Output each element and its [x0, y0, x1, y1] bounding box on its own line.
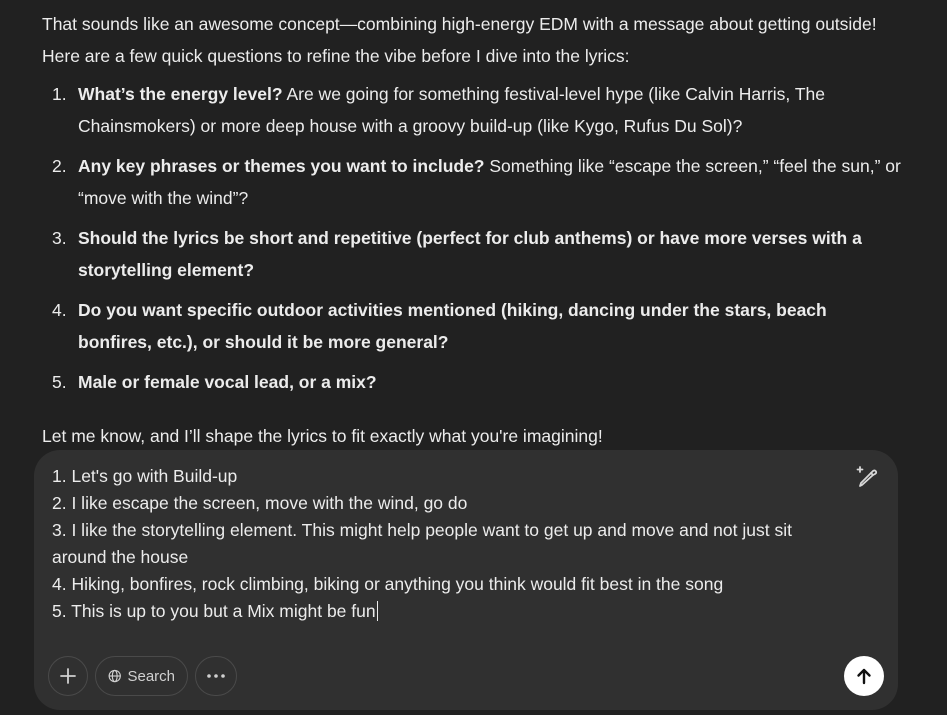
assistant-message: That sounds like an awesome concept—comb… [42, 8, 902, 452]
ellipsis-icon [207, 674, 225, 678]
list-item: 1. What’s the energy level? Are we going … [42, 78, 902, 142]
list-item: 5. Male or female vocal lead, or a mix? [42, 366, 902, 398]
pencil-sparkle-icon[interactable] [854, 464, 880, 490]
question-bold: Male or female vocal lead, or a mix? [78, 372, 377, 392]
add-attachment-button[interactable] [48, 656, 88, 696]
send-button[interactable] [844, 656, 884, 696]
list-item: 2. Any key phrases or themes you want to … [42, 150, 902, 214]
list-number: 4. [52, 300, 67, 320]
message-input[interactable]: 1. Let's go with Build-up 2. I like esca… [52, 463, 842, 625]
list-number: 2. [52, 156, 67, 176]
list-item: 4. Do you want specific outdoor activitie… [42, 294, 902, 358]
input-line: 4. Hiking, bonfires, rock climbing, biki… [52, 574, 724, 594]
question-bold: Should the lyrics be short and repetitiv… [78, 228, 862, 280]
input-line: 3. I like the storytelling element. This… [52, 520, 797, 567]
list-number: 1. [52, 84, 67, 104]
input-line: 5. This is up to you but a Mix might be … [52, 601, 376, 621]
question-list: 1. What’s the energy level? Are we going … [42, 78, 902, 398]
question-bold: What’s the energy level? [78, 84, 283, 104]
search-label: Search [127, 667, 175, 685]
question-bold: Any key phrases or themes you want to in… [78, 156, 485, 176]
search-button[interactable]: Search [95, 656, 188, 696]
message-composer: 1. Let's go with Build-up 2. I like esca… [34, 450, 898, 710]
more-options-button[interactable] [195, 656, 237, 696]
input-line: 1. Let's go with Build-up [52, 466, 238, 486]
globe-icon [108, 669, 121, 683]
assistant-outro: Let me know, and I’ll shape the lyrics t… [42, 426, 603, 446]
input-line: 2. I like escape the screen, move with t… [52, 493, 468, 513]
list-item: 3. Should the lyrics be short and repetit… [42, 222, 902, 286]
assistant-intro: That sounds like an awesome concept—comb… [42, 14, 877, 66]
list-number: 5. [52, 372, 67, 392]
arrow-up-icon [857, 668, 871, 685]
text-caret [376, 601, 379, 621]
list-number: 3. [52, 228, 67, 248]
plus-icon [60, 668, 76, 684]
question-bold: Do you want specific outdoor activities … [78, 300, 827, 352]
